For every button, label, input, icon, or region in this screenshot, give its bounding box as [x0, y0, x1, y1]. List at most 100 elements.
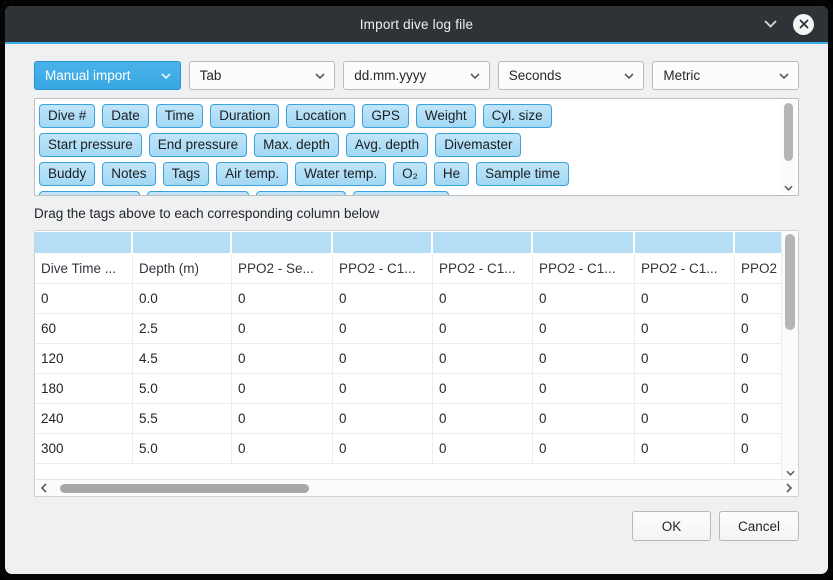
tag-date[interactable]: Date — [102, 104, 149, 128]
titlebar-buttons — [764, 6, 814, 42]
chevron-down-icon — [315, 73, 325, 79]
tag-cyl-size[interactable]: Cyl. size — [483, 104, 552, 128]
tag-sample-cns[interactable]: Sample CNS — [353, 191, 449, 195]
tag-weight[interactable]: Weight — [416, 104, 476, 128]
tag-water-temp-[interactable]: Water temp. — [295, 162, 386, 186]
tag-max-depth[interactable]: Max. depth — [254, 133, 339, 157]
tag-row: Sample depth Sample temp. Sample pO₂ Sample… — [39, 191, 776, 195]
tag-start-pressure[interactable]: Start pressure — [39, 133, 142, 157]
table-cell: 0 — [433, 344, 533, 374]
drop-target-row — [35, 231, 781, 254]
tag-he[interactable]: He — [434, 162, 469, 186]
table-vscrollbar[interactable] — [781, 231, 798, 479]
date-format-select[interactable]: dd.mm.yyyy — [343, 61, 490, 90]
scrollbar-thumb[interactable] — [60, 484, 309, 493]
scrollbar-thumb[interactable] — [784, 103, 793, 161]
scrollbar-track[interactable] — [50, 484, 783, 493]
tag-sample-po-[interactable]: Sample pO₂ — [256, 191, 347, 195]
drop-target-cell[interactable] — [433, 232, 531, 253]
tag-row: Buddy Notes TagsAir temp. Water temp. O₂ He Sa… — [39, 162, 776, 186]
table-cell: 180 — [35, 374, 133, 404]
table-cell: 0 — [433, 404, 533, 434]
table-cell: 0 — [735, 314, 781, 344]
column-header: PPO2 - C1... — [333, 254, 433, 284]
chevron-down-icon[interactable] — [764, 20, 777, 28]
table-main: Dive Time ...Depth (m)PPO2 - Se...PPO2 -… — [35, 231, 798, 479]
tag-sample-time[interactable]: Sample time — [476, 162, 569, 186]
table-cell: 0 — [533, 344, 635, 374]
scroll-left-icon[interactable] — [38, 483, 50, 493]
tag-notes[interactable]: Notes — [102, 162, 155, 186]
table-cell: 5.5 — [133, 404, 232, 434]
table-row: 1805.0000000 — [35, 374, 781, 404]
tag-sample-depth[interactable]: Sample depth — [39, 191, 140, 195]
table-cell: 0 — [333, 314, 433, 344]
screen: Import dive log file Manual import Tab — [0, 0, 833, 580]
tag-location[interactable]: Location — [286, 104, 355, 128]
table-cell: 0 — [533, 404, 635, 434]
tag-buddy[interactable]: Buddy — [39, 162, 95, 186]
tag-time[interactable]: Time — [156, 104, 204, 128]
chevron-down-icon — [779, 73, 789, 79]
table-row: 1204.5000000 — [35, 344, 781, 374]
tag-end-pressure[interactable]: End pressure — [149, 133, 247, 157]
duration-format-select[interactable]: Seconds — [498, 61, 645, 90]
table-cell: 0 — [333, 434, 433, 464]
table-cell: 120 — [35, 344, 133, 374]
import-mode-select[interactable]: Manual import — [34, 61, 181, 90]
field-separator-select[interactable]: Tab — [189, 61, 336, 90]
table-row: 3005.0000000 — [35, 434, 781, 464]
drop-target-cell[interactable] — [133, 232, 230, 253]
tag-avg-depth[interactable]: Avg. depth — [346, 133, 428, 157]
tag-air-temp-[interactable]: Air temp. — [216, 162, 288, 186]
scroll-right-icon[interactable] — [783, 483, 795, 493]
tag-divemaster[interactable]: Divemaster — [435, 133, 521, 157]
table-hscrollbar[interactable] — [35, 479, 798, 496]
table-cell: 60 — [35, 314, 133, 344]
drop-target-cell[interactable] — [533, 232, 633, 253]
table-cell: 0 — [433, 374, 533, 404]
tag-sample-temp-[interactable]: Sample temp. — [147, 191, 248, 195]
tag-rows: Dive # Date TimeDuration Location GPS Weight C… — [39, 104, 776, 195]
date-format-value: dd.mm.yyyy — [354, 68, 426, 83]
chevron-down-icon — [161, 73, 171, 79]
tag-dive-[interactable]: Dive # — [39, 104, 95, 128]
column-header: PPO2 - C1... — [433, 254, 533, 284]
table-cell: 240 — [35, 404, 133, 434]
chevron-down-icon — [624, 73, 634, 79]
import-preview-table: Dive Time ...Depth (m)PPO2 - Se...PPO2 -… — [34, 230, 799, 497]
tag-gps[interactable]: GPS — [362, 104, 409, 128]
table-row: 00.0000000 — [35, 284, 781, 314]
titlebar[interactable]: Import dive log file — [5, 6, 828, 42]
units-select[interactable]: Metric — [652, 61, 799, 90]
table-cell: 5.0 — [133, 374, 232, 404]
drop-target-cell[interactable] — [635, 232, 733, 253]
tag-duration[interactable]: Duration — [210, 104, 279, 128]
drop-target-cell[interactable] — [232, 232, 331, 253]
dialog-footer: OK Cancel — [34, 511, 799, 541]
table-cell: 0 — [333, 404, 433, 434]
column-header: Dive Time ... — [35, 254, 133, 284]
tag-panel-scrollbar[interactable] — [781, 101, 796, 193]
field-separator-value: Tab — [200, 68, 222, 83]
table-cell: 0 — [533, 374, 635, 404]
tag-o-[interactable]: O₂ — [393, 162, 427, 186]
table-cell: 0 — [333, 284, 433, 314]
table-cell: 0 — [635, 374, 735, 404]
tag-tags[interactable]: Tags — [163, 162, 210, 186]
scroll-down-icon[interactable] — [781, 185, 796, 191]
table-cell: 300 — [35, 434, 133, 464]
scrollbar-thumb[interactable] — [785, 234, 795, 330]
ok-button[interactable]: OK — [632, 511, 711, 541]
table-cell: 5.0 — [133, 434, 232, 464]
dialog-body: Manual import Tab dd.mm.yyyy Seconds Met… — [5, 44, 828, 574]
drop-target-cell[interactable] — [333, 232, 431, 253]
drop-target-cell[interactable] — [35, 232, 131, 253]
drop-target-cell[interactable] — [735, 232, 781, 253]
close-button[interactable] — [793, 14, 814, 35]
cancel-button[interactable]: Cancel — [719, 511, 799, 541]
scroll-down-icon[interactable] — [782, 470, 798, 476]
table-cell: 0 — [533, 284, 635, 314]
instruction-text: Drag the tags above to each correspondin… — [34, 205, 799, 223]
table-cell: 0 — [635, 434, 735, 464]
